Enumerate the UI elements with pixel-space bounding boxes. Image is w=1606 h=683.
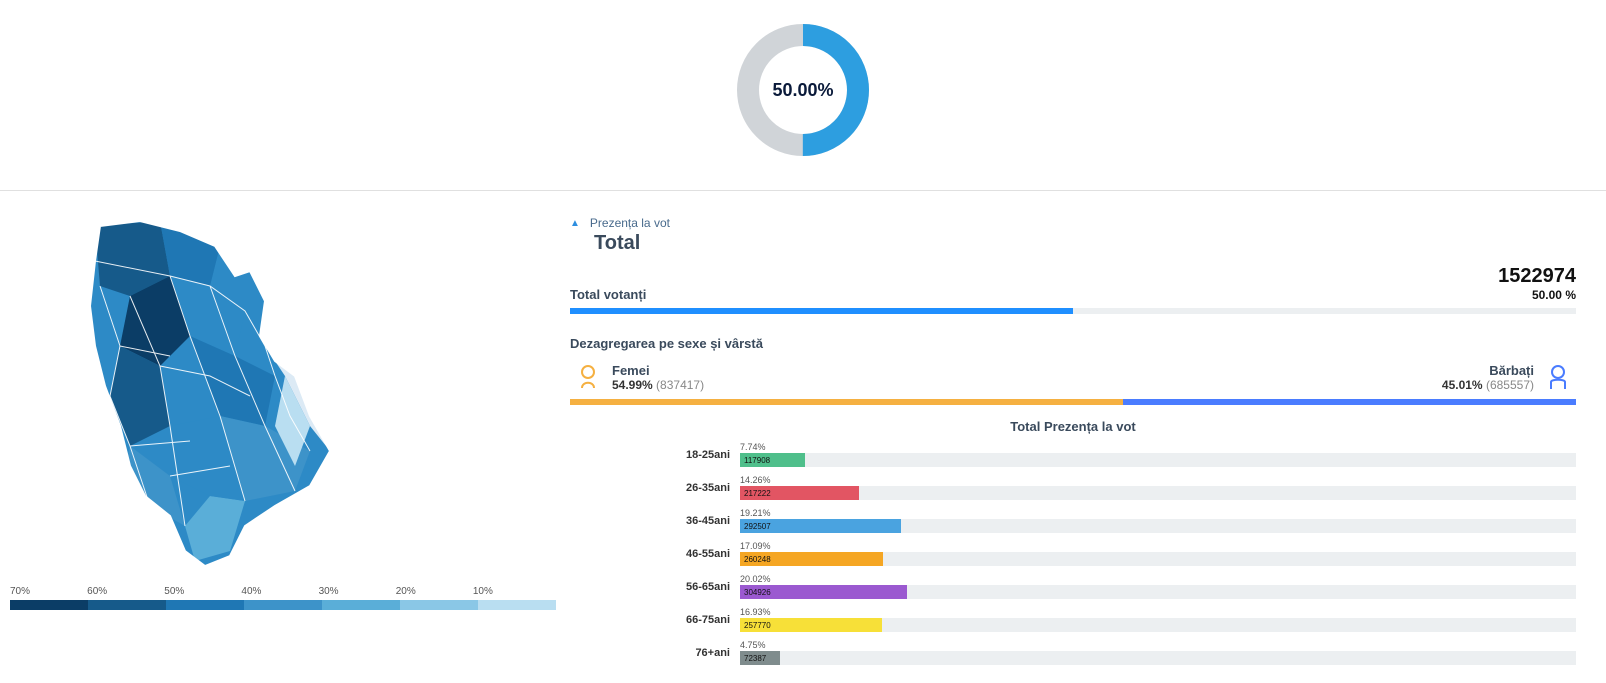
section-label: Prezența la vot [590, 216, 670, 230]
age-count: 292507 [740, 522, 771, 531]
total-voters-pct: 50.00 % [1498, 288, 1576, 302]
legend-segment [322, 600, 400, 610]
donut-percent-label: 50.00% [728, 15, 878, 165]
age-row: 56-65ani20.02% 304926 [570, 574, 1576, 599]
age-bar: 292507 [740, 519, 1576, 533]
age-count: 117908 [740, 456, 770, 465]
legend-segment [166, 600, 244, 610]
age-label: 36-45ani [570, 515, 740, 527]
age-pct: 20.02% [740, 574, 1576, 584]
age-row: 26-35ani14.26% 217222 [570, 475, 1576, 500]
legend-segment [10, 600, 88, 610]
age-pct: 4.75% [740, 640, 1576, 650]
page-title: Total [594, 232, 1576, 255]
age-label: 18-25ani [570, 449, 740, 461]
age-label: 76+ani [570, 647, 740, 659]
legend-tick: 20% [396, 586, 473, 597]
map-legend: 70%60%50%40%30%20%10% [10, 586, 550, 610]
age-count: 257770 [740, 621, 771, 630]
legend-segment [244, 600, 322, 610]
total-voters-label: Total votanți [570, 287, 646, 302]
age-row: 18-25ani7.74% 117908 [570, 442, 1576, 467]
age-pct: 14.26% [740, 475, 1576, 485]
age-pct: 19.21% [740, 508, 1576, 518]
legend-tick: 10% [473, 586, 550, 597]
male-icon [1542, 361, 1574, 393]
legend-segment [88, 600, 166, 610]
age-count: 217222 [740, 489, 771, 498]
legend-segment [400, 600, 478, 610]
age-bar: 304926 [740, 585, 1576, 599]
total-voters-bar [570, 308, 1576, 314]
age-label: 56-65ani [570, 581, 740, 593]
moldova-map[interactable] [10, 216, 550, 576]
age-pct: 16.93% [740, 607, 1576, 617]
age-row: 46-55ani17.09% 260248 [570, 541, 1576, 566]
donut-turnout: 50.00% [0, 0, 1606, 180]
legend-tick: 40% [241, 586, 318, 597]
legend-tick: 60% [87, 586, 164, 597]
age-label: 26-35ani [570, 482, 740, 494]
age-bar: 217222 [740, 486, 1576, 500]
gender-bar [570, 399, 1576, 405]
age-pct: 17.09% [740, 541, 1576, 551]
age-row: 36-45ani19.21% 292507 [570, 508, 1576, 533]
legend-tick: 70% [10, 586, 87, 597]
age-count: 260248 [740, 555, 771, 564]
age-bar: 257770 [740, 618, 1576, 632]
age-label: 66-75ani [570, 614, 740, 626]
legend-segment [478, 600, 556, 610]
legend-tick: 30% [319, 586, 396, 597]
female-pct: 54.99% [612, 378, 653, 392]
gender-row: Femei 54.99% (837417) Bărbați 45.01% (68… [570, 359, 1576, 399]
age-title: Total Prezența la vot [570, 419, 1576, 434]
female-icon [572, 361, 604, 393]
age-row: 66-75ani16.93% 257770 [570, 607, 1576, 632]
age-count: 304926 [740, 588, 771, 597]
chevron-up-icon[interactable]: ▲ [570, 218, 580, 229]
age-row: 76+ani4.75% 72387 [570, 640, 1576, 665]
legend-tick: 50% [164, 586, 241, 597]
age-bar: 72387 [740, 651, 1576, 665]
age-bar: 260248 [740, 552, 1576, 566]
age-bar: 117908 [740, 453, 1576, 467]
age-count: 72387 [740, 654, 766, 663]
male-label: Bărbați [1442, 363, 1534, 378]
female-count: (837417) [656, 378, 704, 392]
age-label: 46-55ani [570, 548, 740, 560]
age-pct: 7.74% [740, 442, 1576, 452]
total-voters-value: 1522974 [1498, 265, 1576, 288]
male-count: (685557) [1486, 378, 1534, 392]
male-pct: 45.01% [1442, 378, 1483, 392]
disagg-label: Dezagregarea pe sexe și vârstă [570, 336, 1576, 351]
female-label: Femei [612, 363, 704, 378]
